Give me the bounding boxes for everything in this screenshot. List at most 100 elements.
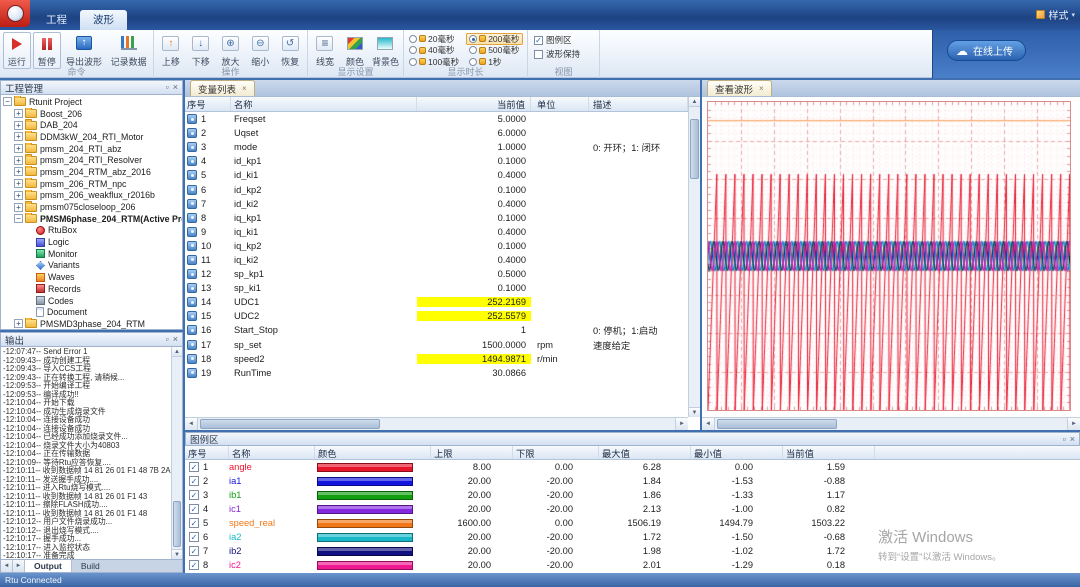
export-waveform-button[interactable]: ↑ 导出波形 [63, 32, 106, 69]
column-header-upper-limit[interactable]: 上限 [431, 446, 513, 459]
scrollbar-thumb[interactable] [717, 419, 837, 429]
scroll-left-icon[interactable]: ◄ [1, 560, 13, 572]
scroll-down-icon[interactable]: ▼ [689, 407, 700, 417]
table-row[interactable]: 2Uqset6.0000 [185, 126, 688, 140]
tree-item[interactable]: Variants [1, 260, 182, 272]
view-option-waveform-hold[interactable]: 波形保持 [534, 48, 597, 60]
tab-output[interactable]: Output [25, 560, 72, 572]
table-row[interactable]: ✓1angle8.000.006.280.001.59 [185, 460, 1080, 474]
table-row[interactable]: ✓4ic120.00-20.002.13-1.000.82 [185, 502, 1080, 516]
table-row[interactable]: 15UDC2252.5579 [185, 309, 688, 323]
close-icon[interactable]: × [242, 84, 247, 93]
column-header-min[interactable]: 最小值 [691, 446, 783, 459]
tree-item[interactable]: +pmsm_204_RTI_abz [1, 143, 182, 155]
duration-option-500ms[interactable]: 500毫秒 [466, 45, 523, 57]
tab-view-waveform[interactable]: 查看波形 × [707, 80, 772, 96]
tree-expander-icon[interactable]: + [14, 121, 23, 130]
tree-expander-icon[interactable]: + [14, 132, 23, 141]
tree-item[interactable]: +pmsm075closeloop_206 [1, 201, 182, 213]
table-row[interactable]: 19RunTime30.0866 [185, 366, 688, 380]
scroll-up-icon[interactable]: ▲ [172, 347, 182, 357]
ribbon-tab-project[interactable]: 工程 [33, 10, 80, 30]
tab-variable-list[interactable]: 变量列表 × [190, 80, 255, 96]
column-header-max[interactable]: 最大值 [599, 446, 691, 459]
scrollbar-thumb[interactable] [200, 419, 380, 429]
table-row[interactable]: 14UDC1252.2169 [185, 295, 688, 309]
table-row[interactable]: 10iq_kp20.1000 [185, 239, 688, 253]
column-header-index[interactable]: 序号 [185, 446, 229, 459]
tree-expander-icon[interactable]: − [3, 97, 12, 106]
tree-item[interactable]: Codes [1, 295, 182, 307]
legend-checkbox[interactable]: ✓ [189, 476, 199, 486]
tree-item[interactable]: +pmsm_206_weakflux_r2016b [1, 190, 182, 202]
tree-item[interactable]: +PMSMD3phase_204_RTM [1, 318, 182, 330]
scroll-left-icon[interactable]: ◄ [702, 418, 715, 430]
table-row[interactable]: ✓8ic220.00-20.002.01-1.290.18 [185, 558, 1080, 572]
pin-icon[interactable]: ▫ [166, 335, 169, 344]
duration-option-20ms[interactable]: 20毫秒 [406, 33, 463, 45]
table-row[interactable]: ✓5speed_real1600.000.001506.191494.79150… [185, 516, 1080, 530]
tab-build[interactable]: Build [72, 560, 109, 572]
table-row[interactable]: 3mode1.00000: 开环；1: 闭环 [185, 140, 688, 154]
column-header-description[interactable]: 描述 [589, 97, 688, 111]
column-header-current-value[interactable]: 当前值 [417, 97, 531, 111]
close-icon[interactable]: × [173, 335, 178, 344]
legend-checkbox[interactable]: ✓ [189, 490, 199, 500]
table-row[interactable]: ✓2ia120.00-20.001.84-1.53-0.88 [185, 474, 1080, 488]
variable-vscrollbar[interactable]: ▲ ▼ [688, 97, 700, 417]
tree-item[interactable]: +DDM3kW_204_RTI_Motor [1, 131, 182, 143]
tree-item[interactable]: RtuBox [1, 225, 182, 237]
tree-item[interactable]: Monitor [1, 248, 182, 260]
move-down-button[interactable]: ↓ 下移 [187, 32, 215, 69]
tree-item[interactable]: Document [1, 306, 182, 318]
waveform-hscrollbar[interactable]: ◄ ► [702, 417, 1080, 430]
tree-expander-icon[interactable]: + [14, 319, 23, 328]
scrollbar-thumb[interactable] [173, 501, 181, 547]
tree-item[interactable]: +DAB_204 [1, 119, 182, 131]
tree-item[interactable]: Records [1, 283, 182, 295]
line-width-button[interactable]: ≡ 线宽 [311, 32, 339, 69]
color-button[interactable]: 颜色 [341, 32, 369, 69]
column-header-current[interactable]: 当前值 [783, 446, 875, 459]
table-row[interactable]: 6id_kp20.1000 [185, 182, 688, 196]
table-row[interactable]: ✓3ib120.00-20.001.86-1.331.17 [185, 488, 1080, 502]
table-row[interactable]: ✓6ia220.00-20.001.72-1.50-0.68 [185, 530, 1080, 544]
table-row[interactable]: 4id_kp10.1000 [185, 154, 688, 168]
online-upload-button[interactable]: ☁ 在线上传 [947, 40, 1026, 61]
ribbon-tab-waveform[interactable]: 波形 [80, 10, 127, 30]
table-row[interactable]: 16Start_Stop10: 停机；1:启动 [185, 323, 688, 337]
close-icon[interactable]: × [173, 83, 178, 92]
tree-item[interactable]: +pmsm_204_RTI_Resolver [1, 154, 182, 166]
tree-item[interactable]: +pmsm_204_RTM_abz_2016 [1, 166, 182, 178]
tree-expander-icon[interactable]: + [14, 109, 23, 118]
table-row[interactable]: 18speed21494.9871r/min [185, 352, 688, 366]
column-header-index[interactable]: 序号 [185, 97, 231, 111]
legend-checkbox[interactable]: ✓ [189, 462, 199, 472]
tree-item[interactable]: −PMSM6phase_204_RTM(Active Project) [1, 213, 182, 225]
table-row[interactable]: 9iq_ki10.4000 [185, 225, 688, 239]
table-row[interactable]: 1Freqset5.0000 [185, 112, 688, 126]
legend-checkbox[interactable]: ✓ [189, 546, 199, 556]
duration-option-40ms[interactable]: 40毫秒 [406, 45, 463, 57]
move-up-button[interactable]: ↑ 上移 [157, 32, 185, 69]
scroll-left-icon[interactable]: ◄ [185, 418, 198, 430]
record-data-button[interactable]: 记录数据 [107, 32, 150, 69]
tree-expander-icon[interactable]: + [14, 203, 23, 212]
app-logo[interactable] [0, 0, 30, 27]
tree-expander-icon[interactable]: + [14, 191, 23, 200]
scroll-right-icon[interactable]: ► [1067, 418, 1080, 430]
style-menu[interactable]: 样式 ▾ [1036, 7, 1075, 22]
scroll-up-icon[interactable]: ▲ [689, 97, 700, 107]
scroll-right-icon[interactable]: ► [13, 560, 25, 572]
table-row[interactable]: 7id_ki20.4000 [185, 197, 688, 211]
legend-checkbox[interactable]: ✓ [189, 532, 199, 542]
column-header-name[interactable]: 名称 [229, 446, 315, 459]
pin-icon[interactable]: ▫ [166, 83, 169, 92]
table-row[interactable]: 11iq_ki20.4000 [185, 253, 688, 267]
output-scrollbar[interactable]: ▲ ▼ [171, 347, 182, 559]
tree-item[interactable]: +pmsm_206_RTM_npc [1, 178, 182, 190]
duration-option-200ms[interactable]: 200毫秒 [466, 33, 523, 45]
pin-icon[interactable]: ▫ [1063, 435, 1066, 444]
zoom-out-button[interactable]: ⊖ 缩小 [246, 32, 274, 69]
scroll-right-icon[interactable]: ► [675, 418, 688, 430]
